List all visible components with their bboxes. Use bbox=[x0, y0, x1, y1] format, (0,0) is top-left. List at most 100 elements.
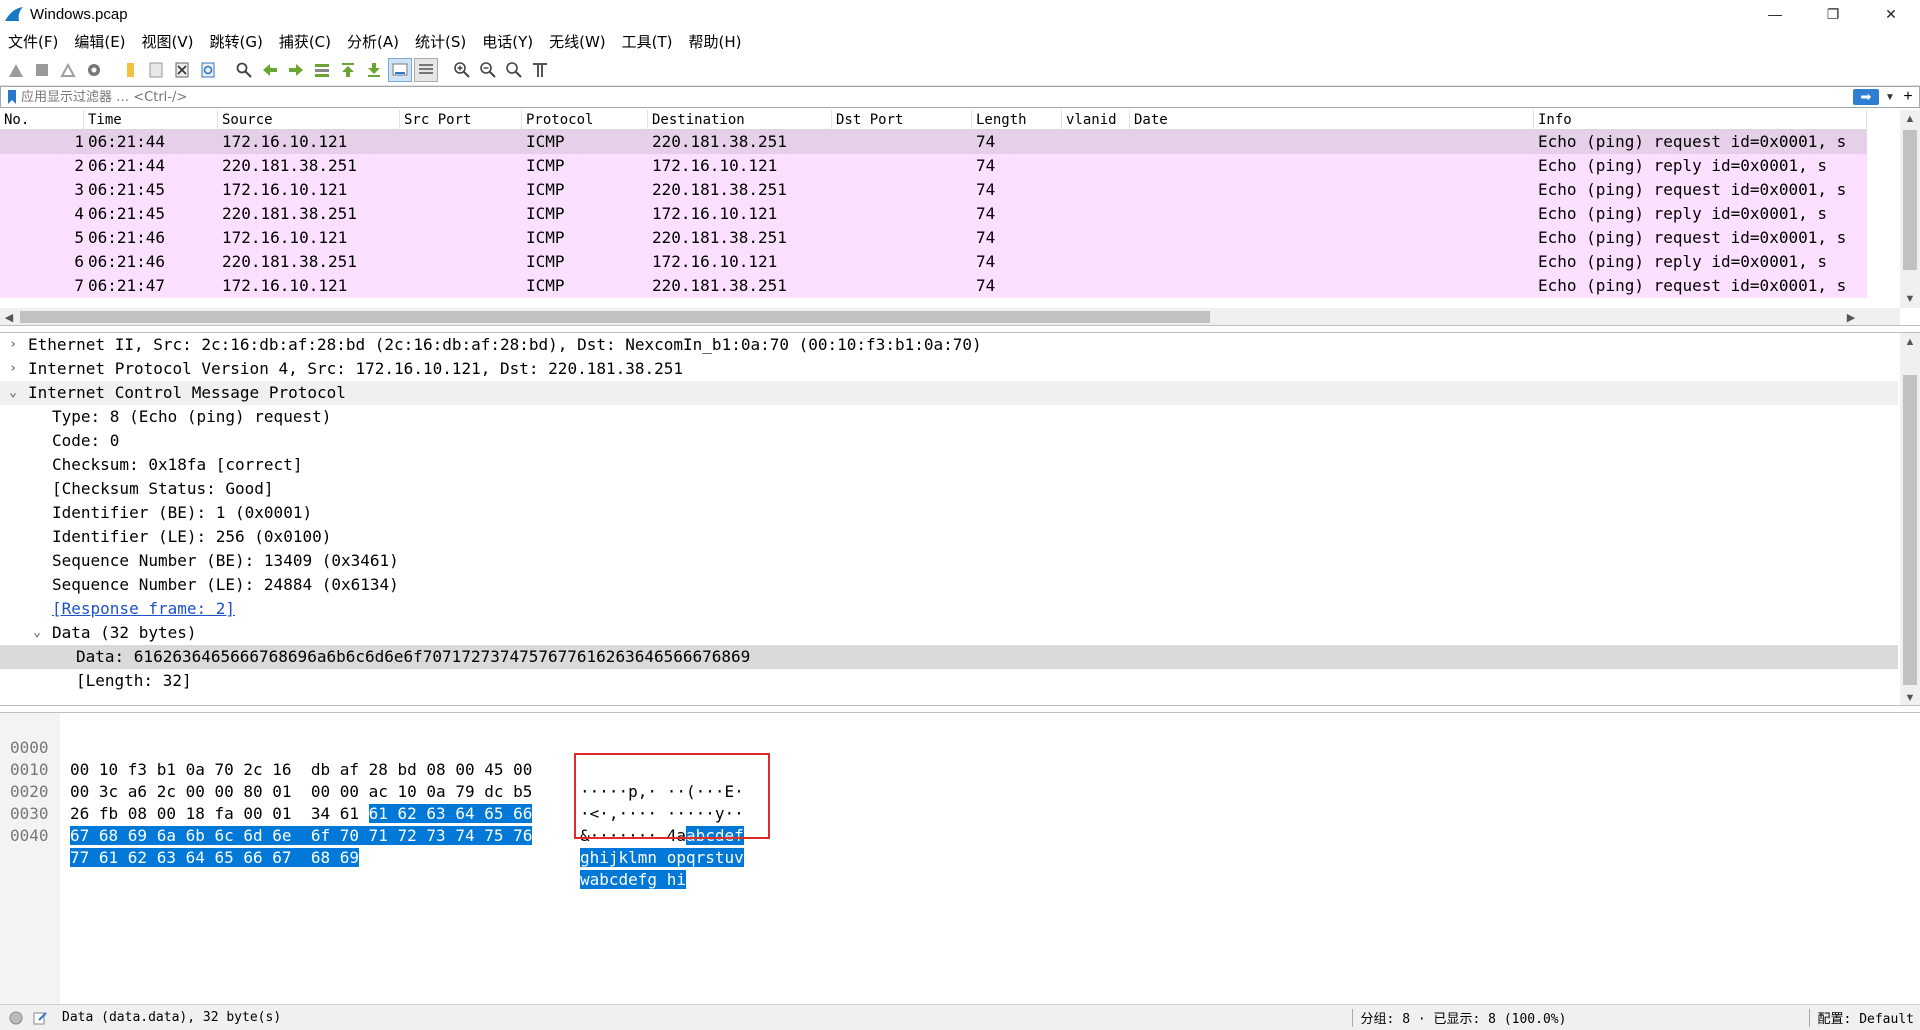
selected-bytes[interactable]: 67 68 69 6a 6b 6c 6d 6e 6f 70 71 72 73 7… bbox=[70, 826, 533, 845]
minimize-button[interactable]: — bbox=[1746, 0, 1804, 28]
close-button[interactable]: ✕ bbox=[1862, 0, 1920, 28]
open-file-icon[interactable] bbox=[118, 58, 142, 82]
menu-view[interactable]: 视图(V) bbox=[134, 31, 202, 52]
menu-analyze[interactable]: 分析(A) bbox=[339, 31, 407, 52]
display-filter-input[interactable] bbox=[21, 88, 1853, 106]
scroll-up-icon[interactable]: ▲ bbox=[1900, 333, 1920, 351]
selected-bytes[interactable]: 77 61 62 63 64 65 66 67 68 69 bbox=[70, 848, 359, 867]
menu-help[interactable]: 帮助(H) bbox=[681, 31, 750, 52]
menu-statistics[interactable]: 统计(S) bbox=[407, 31, 474, 52]
colorize-icon[interactable] bbox=[414, 57, 438, 82]
tree-item-checksum-status[interactable]: [Checksum Status: Good] bbox=[0, 477, 1898, 501]
expert-info-icon[interactable] bbox=[8, 1010, 24, 1026]
response-frame-link[interactable]: [Response frame: 2] bbox=[52, 597, 235, 621]
go-back-icon[interactable] bbox=[258, 58, 282, 82]
packet-list-hscroll[interactable]: ◀ ▶ bbox=[0, 308, 1900, 325]
details-vscroll[interactable]: ▲ ▼ bbox=[1900, 333, 1920, 705]
bytes-row[interactable]: 0000 00 10 f3 b1 0a 70 2c 16 db af 28 bd… bbox=[0, 715, 744, 801]
tree-item-length[interactable]: [Length: 32] bbox=[0, 669, 1898, 693]
tree-item-data-value[interactable]: Data: 6162636465666768696a6b6c6d6e6f7071… bbox=[0, 645, 1898, 669]
selected-ascii[interactable]: wabcdefg hi bbox=[580, 870, 686, 889]
bytes-row[interactable]: 0010 00 3c a6 2c 00 00 80 01 00 00 ac 10… bbox=[0, 737, 744, 823]
tree-item-ipv4[interactable]: › Internet Protocol Version 4, Src: 172.1… bbox=[0, 357, 1898, 381]
expanded-chevron-icon[interactable]: ⌄ bbox=[30, 621, 44, 645]
bytes-row[interactable]: 0020 26 fb 08 00 18 fa 00 01 34 61 61 62… bbox=[0, 759, 744, 845]
menu-file[interactable]: 文件(F) bbox=[0, 31, 66, 52]
selected-ascii[interactable]: ghijklmn opqrstuv bbox=[580, 848, 744, 867]
capture-options-icon[interactable] bbox=[82, 58, 106, 82]
table-row[interactable]: 3 06:21:45 172.16.10.121 ICMP 220.181.38.251… bbox=[0, 178, 1867, 202]
column-header-time[interactable]: Time bbox=[84, 110, 218, 130]
menu-go[interactable]: 跳转(G) bbox=[202, 31, 271, 52]
menu-capture[interactable]: 捕获(C) bbox=[271, 31, 339, 52]
go-forward-icon[interactable] bbox=[284, 58, 308, 82]
tree-item-type[interactable]: Type: 8 (Echo (ping) request) bbox=[0, 405, 1898, 429]
tree-item-icmp[interactable]: ⌄ Internet Control Message Protocol bbox=[0, 381, 1898, 405]
reload-file-icon[interactable] bbox=[196, 58, 220, 82]
bookmark-icon[interactable] bbox=[3, 88, 21, 106]
stop-capture-icon[interactable] bbox=[30, 58, 54, 82]
column-header-src-port[interactable]: Src Port bbox=[400, 110, 522, 130]
scroll-left-icon[interactable]: ◀ bbox=[0, 311, 18, 324]
column-header-protocol[interactable]: Protocol bbox=[522, 110, 648, 130]
expanded-chevron-icon[interactable]: ⌄ bbox=[6, 381, 20, 405]
menu-edit[interactable]: 编辑(E) bbox=[66, 31, 133, 52]
restore-button[interactable]: ❐ bbox=[1804, 0, 1862, 28]
collapsed-chevron-icon[interactable]: › bbox=[6, 357, 20, 381]
column-header-no[interactable]: No. bbox=[0, 110, 84, 130]
bytes-row[interactable]: 0030 67 68 69 6a 6b 6c 6d 6e 6f 70 71 72… bbox=[0, 781, 744, 867]
tree-item-identifier-le[interactable]: Identifier (LE): 256 (0x0100) bbox=[0, 525, 1898, 549]
menu-wireless[interactable]: 无线(W) bbox=[541, 31, 614, 52]
selected-bytes[interactable]: 61 62 63 64 65 66 bbox=[368, 804, 533, 823]
scroll-down-icon[interactable]: ▼ bbox=[1900, 689, 1920, 705]
zoom-out-icon[interactable] bbox=[476, 58, 500, 82]
table-row[interactable]: 5 06:21:46 172.16.10.121 ICMP 220.181.38.251… bbox=[0, 226, 1867, 250]
resize-columns-icon[interactable] bbox=[528, 58, 552, 82]
zoom-in-icon[interactable] bbox=[450, 58, 474, 82]
collapsed-chevron-icon[interactable]: › bbox=[6, 333, 20, 357]
auto-scroll-icon[interactable] bbox=[388, 57, 412, 82]
find-packet-icon[interactable] bbox=[232, 58, 256, 82]
tree-item-sequence-le[interactable]: Sequence Number (LE): 24884 (0x6134) bbox=[0, 573, 1898, 597]
tree-item-identifier-be[interactable]: Identifier (BE): 1 (0x0001) bbox=[0, 501, 1898, 525]
column-header-date[interactable]: Date bbox=[1130, 110, 1534, 130]
go-to-packet-icon[interactable] bbox=[310, 58, 334, 82]
bytes-row[interactable]: 0040 77 61 62 63 64 65 66 67 68 69 wabcd… bbox=[0, 803, 686, 889]
scroll-thumb[interactable] bbox=[1903, 130, 1917, 270]
column-header-vlanid[interactable]: vlanid bbox=[1062, 110, 1130, 130]
apply-filter-arrow-icon[interactable]: ➡ bbox=[1853, 89, 1879, 105]
hscroll-thumb[interactable] bbox=[20, 311, 1210, 323]
table-row[interactable]: 6 06:21:46 220.181.38.251 ICMP 172.16.10.121… bbox=[0, 250, 1867, 274]
first-packet-icon[interactable] bbox=[336, 58, 360, 82]
menu-tools[interactable]: 工具(T) bbox=[614, 31, 681, 52]
filter-dropdown-icon[interactable]: ▼ bbox=[1883, 92, 1897, 103]
table-row[interactable]: 1 06:21:44 172.16.10.121 ICMP 220.181.38.251… bbox=[0, 130, 1867, 154]
menu-telephony[interactable]: 电话(Y) bbox=[474, 31, 541, 52]
status-profile[interactable]: 配置: Default bbox=[1818, 1008, 1914, 1027]
scroll-down-icon[interactable]: ▼ bbox=[1900, 290, 1920, 308]
table-row[interactable]: 2 06:21:44 220.181.38.251 ICMP 172.16.10.121… bbox=[0, 154, 1867, 178]
tree-item-checksum[interactable]: Checksum: 0x18fa [correct] bbox=[0, 453, 1898, 477]
close-file-icon[interactable] bbox=[170, 58, 194, 82]
tree-item-code[interactable]: Code: 0 bbox=[0, 429, 1898, 453]
column-header-source[interactable]: Source bbox=[218, 110, 400, 130]
tree-item-ethernet[interactable]: › Ethernet II, Src: 2c:16:db:af:28:bd (2c… bbox=[0, 333, 1898, 357]
packet-list-vscroll[interactable]: ▲ ▼ bbox=[1900, 110, 1920, 308]
table-row[interactable]: 7 06:21:47 172.16.10.121 ICMP 220.181.38.251… bbox=[0, 274, 1867, 298]
column-header-info[interactable]: Info bbox=[1534, 110, 1867, 130]
edit-comment-icon[interactable] bbox=[32, 1010, 48, 1026]
table-row[interactable]: 4 06:21:45 220.181.38.251 ICMP 172.16.10.121… bbox=[0, 202, 1867, 226]
restart-capture-icon[interactable] bbox=[56, 58, 80, 82]
column-header-destination[interactable]: Destination bbox=[648, 110, 832, 130]
save-file-icon[interactable] bbox=[144, 58, 168, 82]
tree-item-sequence-be[interactable]: Sequence Number (BE): 13409 (0x3461) bbox=[0, 549, 1898, 573]
add-filter-button[interactable]: + bbox=[1897, 88, 1919, 106]
scroll-right-icon[interactable]: ▶ bbox=[1842, 311, 1860, 324]
column-header-dst-port[interactable]: Dst Port bbox=[832, 110, 972, 130]
column-header-length[interactable]: Length bbox=[972, 110, 1062, 130]
tree-item-response-frame[interactable]: [Response frame: 2] bbox=[0, 597, 1898, 621]
tree-item-data[interactable]: ⌄ Data (32 bytes) bbox=[0, 621, 1898, 645]
scroll-thumb[interactable] bbox=[1903, 375, 1917, 685]
normal-size-icon[interactable] bbox=[502, 58, 526, 82]
scroll-up-icon[interactable]: ▲ bbox=[1900, 110, 1920, 128]
